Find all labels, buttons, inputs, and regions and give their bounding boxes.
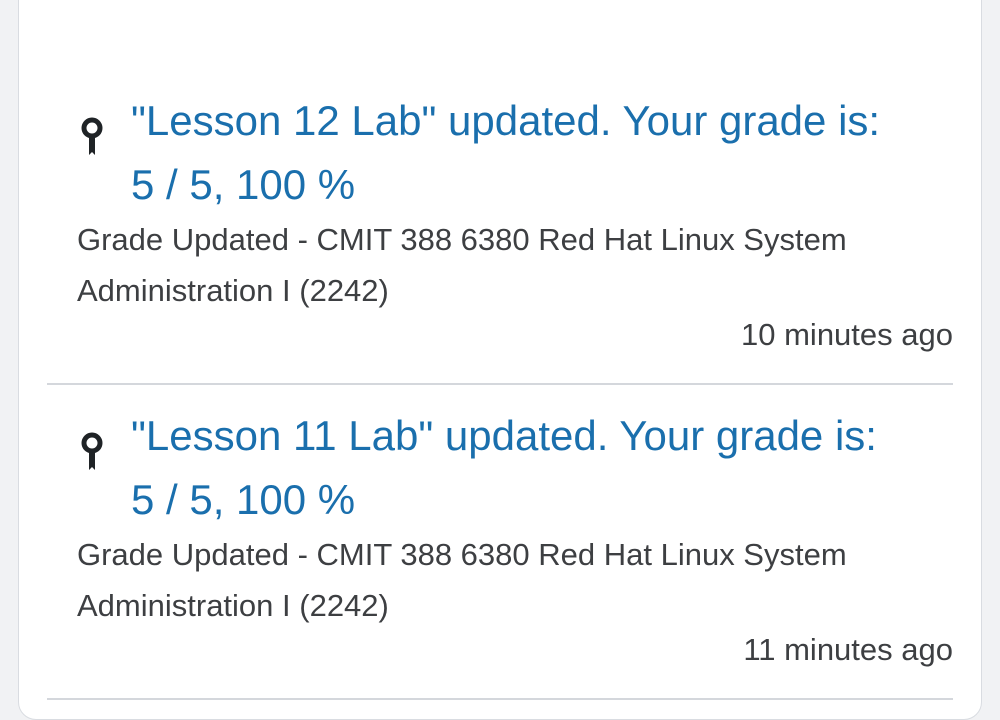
notification-description-line: Administration I (2242)	[77, 588, 389, 623]
notification-title-link[interactable]: "Lesson 11 Lab" updated. Your grade is: …	[131, 404, 951, 532]
notification-description: Grade Updated - CMIT 388 6380 Red Hat Li…	[77, 529, 953, 631]
divider	[47, 383, 953, 385]
notification-timestamp: 10 minutes ago	[741, 317, 953, 352]
notification-description-line: Grade Updated - CMIT 388 6380 Red Hat Li…	[77, 537, 847, 572]
notification-grade-line[interactable]: 5 / 5, 100 %	[131, 153, 951, 217]
notification-timestamp: 11 minutes ago	[743, 632, 953, 667]
notification-title-link[interactable]: "Lesson 12 Lab" updated. Your grade is: …	[131, 89, 951, 217]
notification-title-line[interactable]: "Lesson 11 Lab" updated. Your grade is:	[131, 404, 951, 468]
notification-description-line: Grade Updated - CMIT 388 6380 Red Hat Li…	[77, 222, 847, 257]
notification-description: Grade Updated - CMIT 388 6380 Red Hat Li…	[77, 214, 953, 316]
notification-grade-line[interactable]: 5 / 5, 100 %	[131, 468, 951, 532]
award-ribbon-icon	[81, 432, 103, 470]
notifications-card: "Lesson 12 Lab" updated. Your grade is: …	[18, 0, 982, 720]
notification-title-line[interactable]: "Lesson 12 Lab" updated. Your grade is:	[131, 89, 951, 153]
notification-description-line: Administration I (2242)	[77, 273, 389, 308]
award-ribbon-icon	[81, 117, 103, 155]
